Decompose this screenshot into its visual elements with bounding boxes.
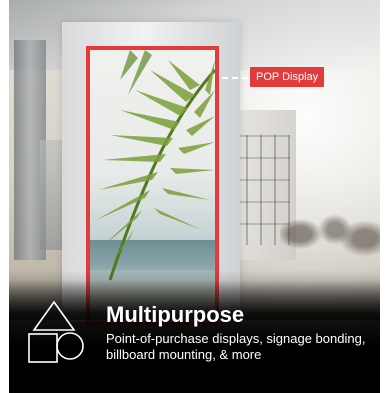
blurred-crowd (280, 180, 380, 270)
right-margin (380, 0, 389, 393)
feature-title: Multipurpose (106, 302, 245, 327)
pop-display-tag: POP Display (250, 67, 325, 87)
left-margin (0, 0, 9, 393)
feature-description: Point-of-purchase displays, signage bond… (106, 331, 366, 362)
shapes-icon (28, 300, 84, 363)
callout-connector (222, 77, 248, 79)
product-image-card: POP Display Multipurpose Point-of-purcha… (0, 0, 389, 393)
